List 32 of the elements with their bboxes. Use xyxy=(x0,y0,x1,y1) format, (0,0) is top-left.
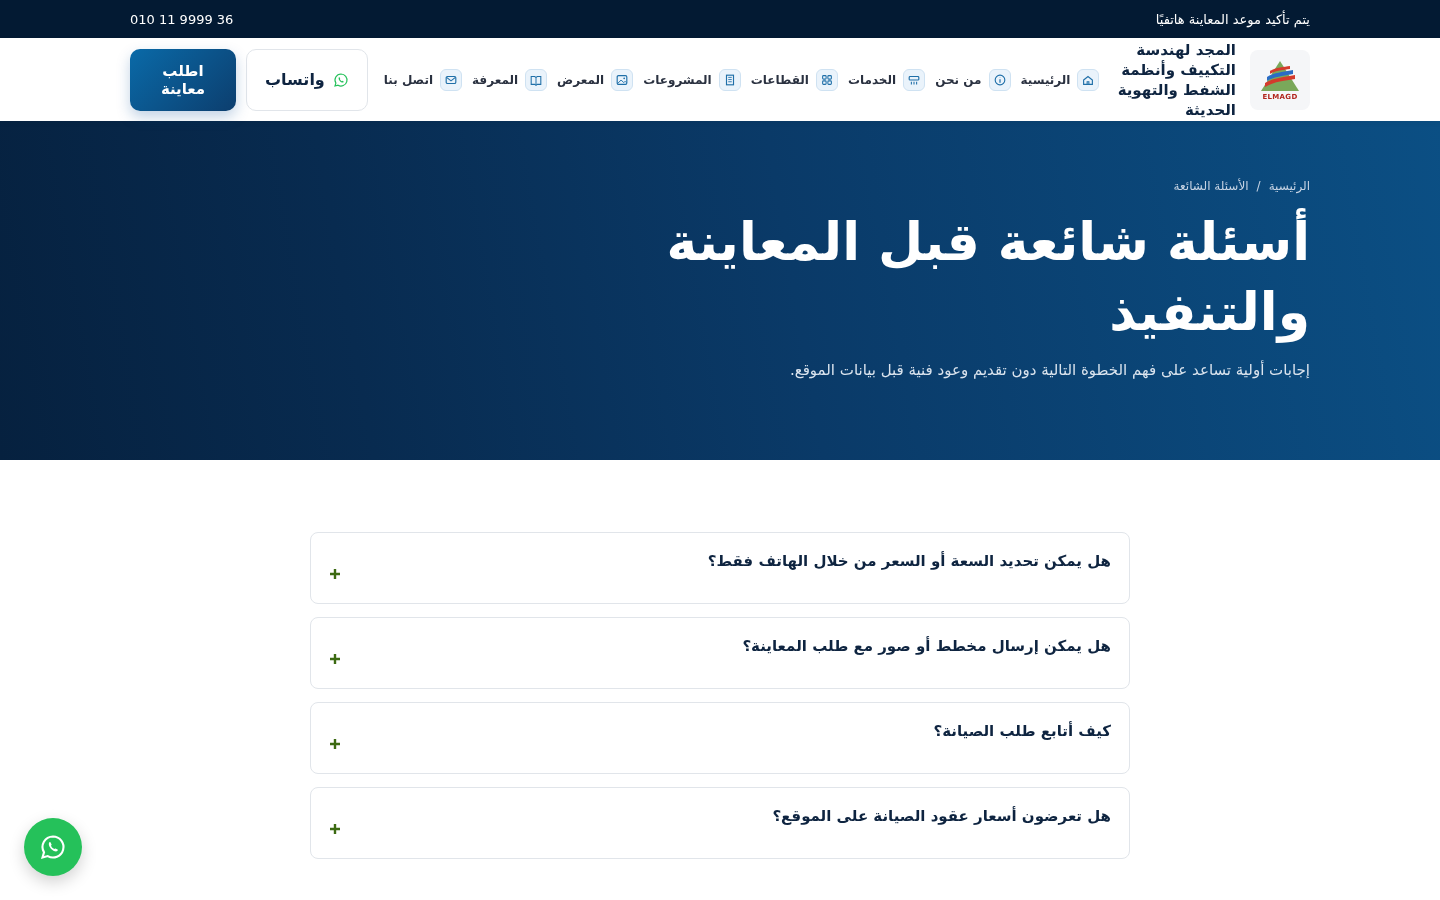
plus-icon xyxy=(329,653,341,665)
announcement-text: يتم تأكيد موعد المعاينة هاتفيًا xyxy=(1155,11,1310,27)
breadcrumb-item: الأسئلة الشائعة xyxy=(1173,179,1249,193)
nav-link[interactable]: اتصل بنا xyxy=(383,68,463,91)
faq-question[interactable]: هل يمكن إرسال مخطط أو صور مع طلب المعاينة؟ xyxy=(310,617,1130,689)
phone-number: 010 11 9999 36 xyxy=(130,11,234,27)
nav-link[interactable]: المشروعات xyxy=(643,68,741,91)
request-inspection-button[interactable]: اطلب معاينة xyxy=(130,48,236,111)
plus-icon xyxy=(329,738,341,750)
faq-question[interactable]: كيف أتابع طلب الصيانة؟ xyxy=(310,702,1130,774)
nav-link[interactable]: القطاعات xyxy=(750,68,838,91)
faq-question[interactable]: هل يمكن تحديد السعة أو السعر من خلال الهاتف فقط؟ xyxy=(310,532,1130,604)
brand-name: المجد لهندسة التكييف وأنظمة الشفط والتهوية الحديثة xyxy=(1116,39,1236,120)
breadcrumb-item[interactable]: الرئيسية xyxy=(1268,179,1310,193)
image-icon xyxy=(615,72,630,87)
nav-link[interactable]: الخدمات xyxy=(847,68,926,91)
whatsapp-icon xyxy=(39,833,67,861)
nav-link[interactable]: المعرض xyxy=(557,68,634,91)
grid-icon xyxy=(819,72,834,87)
whatsapp-icon xyxy=(332,71,349,88)
faq-question[interactable]: هل تعرضون أسعار عقود الصيانة على الموقع؟ xyxy=(310,787,1130,859)
nav-link[interactable]: من نحن xyxy=(935,68,1011,91)
whatsapp-chat-button[interactable] xyxy=(24,818,82,876)
plus-icon xyxy=(329,823,341,835)
whatsapp-button[interactable]: واتساب xyxy=(246,48,368,111)
page-title: أسئلة شائعة قبل المعاينة والتنفيذ xyxy=(630,207,1310,347)
plus-icon xyxy=(329,568,341,580)
page-subtitle: إجابات أولية تساعد على فهم الخطوة التالية دون تقديم وعود فنية قبل بيانات الموقع. xyxy=(789,361,1310,379)
nav-link[interactable]: المعرفة xyxy=(472,68,548,91)
info-icon xyxy=(992,72,1007,87)
breadcrumb-separator: / xyxy=(1256,179,1261,193)
nav-link[interactable]: الرئيسية xyxy=(1020,68,1100,91)
